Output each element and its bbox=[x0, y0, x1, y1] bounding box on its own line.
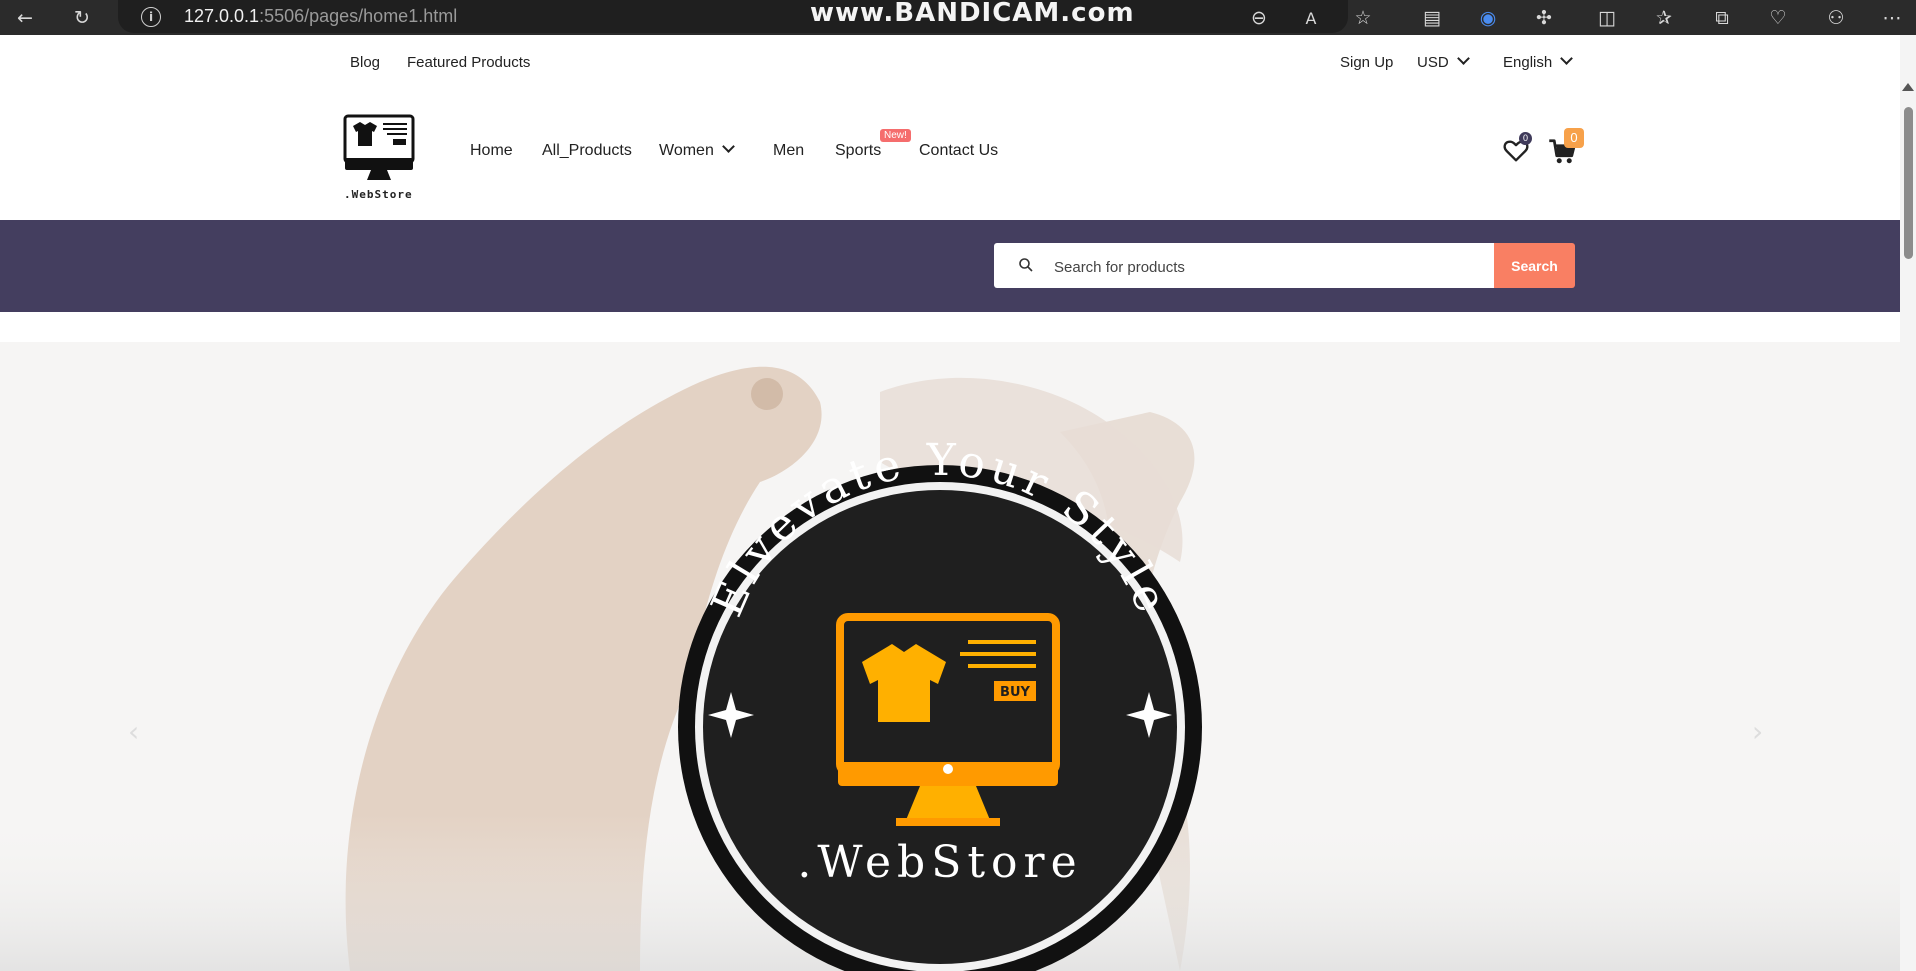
logo-text: .WebStore bbox=[344, 188, 413, 201]
favorites-list-icon[interactable]: ✰ bbox=[1652, 6, 1676, 30]
svg-text:Elvevate Your Style: Elvevate Your Style bbox=[702, 435, 1179, 624]
currency-value: USD bbox=[1417, 54, 1449, 71]
reload-icon[interactable]: ↻ bbox=[70, 6, 94, 30]
badge-buy-text: BUY bbox=[1000, 685, 1030, 700]
search-button[interactable]: Search bbox=[1494, 243, 1575, 288]
page-scrollbar[interactable] bbox=[1900, 35, 1916, 971]
address-url[interactable]: 127.0.0.1:5506/pages/home1.html bbox=[184, 6, 457, 27]
blog-link[interactable]: Blog bbox=[350, 54, 380, 71]
split-screen-icon[interactable]: ◫ bbox=[1595, 6, 1619, 30]
nav-women[interactable]: Women bbox=[659, 140, 735, 160]
new-badge: New! bbox=[880, 129, 911, 142]
nav-sports[interactable]: Sports bbox=[835, 142, 881, 160]
chevron-down-icon bbox=[1560, 52, 1574, 65]
url-path: :5506/pages/home1.html bbox=[259, 6, 458, 26]
extension-blue-icon[interactable]: ◉ bbox=[1476, 6, 1500, 30]
zoom-out-icon[interactable]: ⊖ bbox=[1247, 6, 1271, 30]
search-strip bbox=[0, 220, 1900, 312]
extension-app-icon[interactable]: ▤ bbox=[1420, 6, 1444, 30]
wishlist-count-badge: 0 bbox=[1519, 132, 1532, 145]
favorite-star-icon[interactable]: ☆ bbox=[1351, 6, 1375, 30]
scrollbar-thumb[interactable] bbox=[1904, 107, 1913, 259]
scroll-up-arrow-icon[interactable] bbox=[1902, 83, 1914, 91]
read-aloud-icon[interactable]: A bbox=[1299, 6, 1323, 30]
carousel-prev-icon[interactable]: ‹ bbox=[128, 715, 139, 748]
browser-toolbar: ← ↻ i 127.0.0.1:5506/pages/home1.html ww… bbox=[0, 0, 1916, 35]
profile-icon[interactable]: ⚇ bbox=[1824, 6, 1848, 30]
sign-up-link[interactable]: Sign Up bbox=[1340, 54, 1393, 71]
cart-count-badge: 0 bbox=[1564, 128, 1584, 148]
search-icon bbox=[1019, 258, 1033, 272]
collections-icon[interactable]: ⧉ bbox=[1710, 6, 1734, 30]
address-bar[interactable]: i 127.0.0.1:5506/pages/home1.html bbox=[118, 0, 1348, 33]
badge-arc-text: Elvevate Your Style bbox=[702, 435, 1174, 624]
chevron-down-icon bbox=[1456, 52, 1470, 65]
back-arrow-icon[interactable]: ← bbox=[13, 6, 37, 30]
language-select[interactable]: English bbox=[1503, 52, 1574, 71]
hero-badge-text-layer: Elvevate Your Style BUY .WebStore bbox=[702, 435, 1179, 888]
url-host: 127.0.0.1 bbox=[184, 6, 260, 26]
recording-watermark: www.BANDICAM.com bbox=[810, 0, 1135, 28]
site-info-icon[interactable]: i bbox=[141, 7, 161, 27]
search-input[interactable] bbox=[1052, 252, 1486, 282]
nav-home[interactable]: Home bbox=[470, 142, 513, 160]
hero-banner: Elvevate Your Style BUY .WebStore bbox=[0, 342, 1900, 971]
currency-select[interactable]: USD bbox=[1417, 52, 1470, 71]
extensions-puzzle-icon[interactable]: ✣ bbox=[1532, 6, 1556, 30]
featured-products-link[interactable]: Featured Products bbox=[407, 54, 530, 71]
health-heart-icon[interactable]: ♡ bbox=[1766, 6, 1790, 30]
chevron-down-icon bbox=[721, 140, 735, 153]
nav-men[interactable]: Men bbox=[773, 142, 804, 160]
nav-all-products[interactable]: All_Products bbox=[542, 142, 632, 160]
nav-contact-us[interactable]: Contact Us bbox=[919, 142, 998, 160]
language-value: English bbox=[1503, 54, 1553, 71]
nav-women-label: Women bbox=[659, 142, 714, 159]
badge-brand-text: .WebStore bbox=[797, 837, 1082, 888]
more-menu-icon[interactable]: ⋯ bbox=[1880, 6, 1904, 30]
carousel-next-icon[interactable]: › bbox=[1752, 715, 1763, 748]
site-logo[interactable]: .WebStore bbox=[343, 114, 417, 204]
